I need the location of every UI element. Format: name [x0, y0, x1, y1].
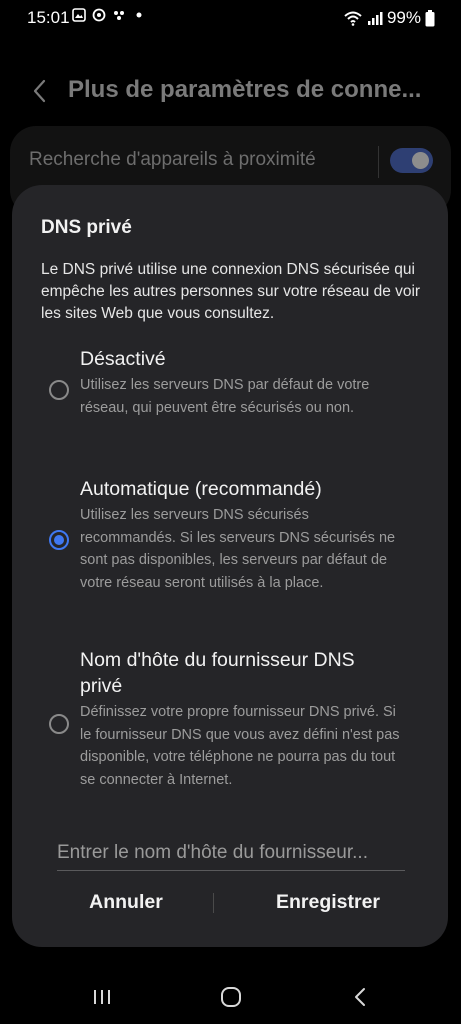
- status-bar: 15:01 99%: [0, 0, 461, 36]
- notification-dot-icon: [136, 12, 142, 18]
- dots-icon: [114, 11, 124, 20]
- status-time: 15:01: [27, 8, 70, 27]
- option-automatic[interactable]: Automatique (recommandé) Utilisez les se…: [12, 475, 448, 615]
- option-hostname-radio[interactable]: [49, 714, 69, 734]
- save-button[interactable]: Enregistrer: [238, 885, 418, 919]
- option-hostname[interactable]: Nom d'hôte du fournisseur DNS privé Défi…: [12, 647, 448, 817]
- sync-icon: [92, 8, 106, 22]
- recents-icon[interactable]: [87, 983, 117, 1011]
- signal-icon: [367, 12, 383, 25]
- status-notification-icons: [72, 8, 146, 22]
- back-arrow-icon[interactable]: [28, 76, 54, 106]
- page-header: Plus de paramètres de conne...: [0, 70, 461, 114]
- wifi-icon: [344, 11, 362, 26]
- toggle-knob: [412, 152, 429, 169]
- option-off-title: Désactivé: [80, 348, 166, 370]
- cancel-button[interactable]: Annuler: [56, 885, 196, 919]
- dialog-description: Le DNS privé utilise une connexion DNS s…: [41, 261, 421, 322]
- dialog-title: DNS privé: [41, 217, 132, 238]
- option-off-description: Utilisez les serveurs DNS par défaut de …: [80, 377, 370, 416]
- row-divider: [378, 146, 379, 178]
- dns-hostname-input[interactable]: [57, 836, 405, 871]
- option-automatic-title: Automatique (recommandé): [80, 478, 322, 500]
- option-automatic-description: Utilisez les serveurs DNS sécurisés reco…: [80, 507, 396, 591]
- home-icon[interactable]: [216, 983, 246, 1011]
- page-title: Plus de paramètres de conne...: [68, 76, 422, 103]
- option-automatic-radio[interactable]: [49, 530, 69, 550]
- private-dns-dialog: DNS privé Le DNS privé utilise une conne…: [12, 185, 448, 947]
- battery-percent: 99%: [386, 8, 421, 27]
- nearby-device-scan-toggle[interactable]: [390, 148, 433, 173]
- option-off[interactable]: Désactivé Utilisez les serveurs DNS par …: [12, 345, 448, 445]
- option-hostname-description: Définissez votre propre fournisseur DNS …: [80, 704, 400, 788]
- photo-icon: [72, 8, 86, 22]
- status-right: 99%: [343, 8, 435, 28]
- option-off-radio[interactable]: [49, 380, 69, 400]
- option-hostname-title: Nom d'hôte du fournisseur DNS privé: [80, 649, 355, 697]
- back-icon[interactable]: [346, 983, 376, 1011]
- navigation-bar: [0, 975, 461, 1020]
- battery-icon: [425, 9, 435, 26]
- nearby-device-scan-label[interactable]: Recherche d'appareils à proximité: [29, 149, 316, 171]
- button-divider: [213, 893, 214, 913]
